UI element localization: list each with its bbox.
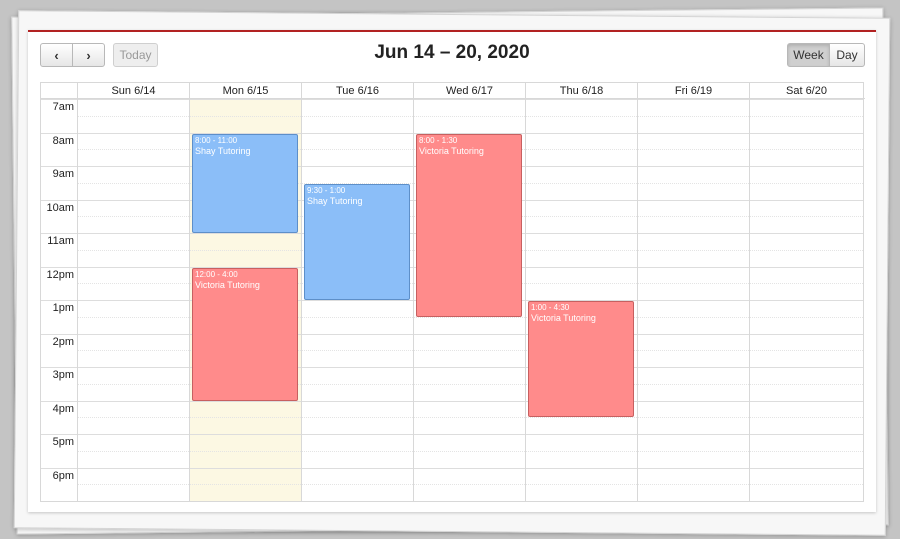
- day-header[interactable]: Sun 6/14: [77, 83, 189, 99]
- event-time: 12:00 - 4:00: [195, 269, 238, 279]
- week-grid: Sun 6/14 Mon 6/15 Tue 6/16 Wed 6/17 Thu 6/18…: [40, 82, 865, 502]
- day-column-divider: [749, 99, 750, 501]
- day-column-divider: [301, 99, 302, 501]
- time-axis-label: 1pm: [52, 302, 74, 314]
- day-header[interactable]: Tue 6/16: [301, 83, 413, 99]
- hour-gridline: [41, 400, 863, 402]
- day-column-divider: [77, 99, 78, 501]
- week-view-button[interactable]: Week: [787, 43, 830, 67]
- event-time: 1:00 - 4:30: [531, 303, 570, 312]
- half-hour-gridline: [77, 115, 863, 117]
- event-time: 8:00 - 11:00: [195, 135, 238, 145]
- time-axis-label: 9am: [52, 168, 74, 180]
- time-axis-label: 12pm: [46, 268, 74, 281]
- day-column-divider: [637, 99, 638, 501]
- day-header[interactable]: Wed 6/17: [413, 83, 525, 99]
- hour-gridline: [41, 99, 863, 100]
- event-title: Victoria Tutoring: [195, 279, 260, 290]
- calendar-event[interactable]: 8:00 - 11:00 Shay Tutoring: [192, 133, 298, 233]
- time-axis-label: 10am: [46, 201, 74, 214]
- day-column-divider: [413, 99, 414, 501]
- date-range-title: Jun 14 – 20, 2020: [374, 42, 530, 63]
- calendar-event[interactable]: 8:00 - 1:30 Victoria Tutoring: [416, 133, 522, 317]
- hour-gridline: [41, 434, 863, 435]
- time-axis-label: 11am: [47, 235, 74, 247]
- day-header[interactable]: Thu 6/18: [525, 83, 637, 99]
- time-axis-label: 5pm: [52, 436, 74, 448]
- hour-gridline: [41, 467, 863, 469]
- time-axis-label: 2pm: [52, 335, 74, 348]
- calendar-event[interactable]: 1:00 - 4:30 Victoria Tutoring: [528, 301, 634, 418]
- day-view-button[interactable]: Day: [829, 43, 865, 67]
- time-axis-label: 3pm: [52, 369, 74, 381]
- event-time: 8:00 - 1:30: [419, 135, 458, 145]
- calendar-toolbar: ‹ › Today Jun 14 – 20, 2020 Week Day: [28, 32, 876, 82]
- half-hour-gridline: [77, 450, 863, 452]
- half-hour-gridline: [77, 484, 863, 486]
- hour-gridline: [41, 367, 863, 368]
- time-axis-label: 8am: [52, 134, 74, 147]
- event-time: 9:30 - 1:00: [307, 185, 346, 195]
- event-title: Shay Tutoring: [307, 195, 363, 206]
- calendar-event[interactable]: 12:00 - 4:00 Victoria Tutoring: [192, 267, 298, 401]
- event-title: Victoria Tutoring: [531, 313, 596, 323]
- day-column-divider: [525, 99, 526, 501]
- day-header[interactable]: Mon 6/15: [189, 83, 301, 99]
- hour-gridline: [41, 333, 863, 335]
- day-header[interactable]: Fri 6/19: [637, 83, 749, 99]
- day-header[interactable]: Sat 6/20: [749, 83, 863, 99]
- time-axis-label: 6pm: [52, 469, 74, 482]
- time-grid: 7am 8am 9am 10am 11am 12pm 1pm 2pm 3pm 4pm 5pm 6pm 8…: [41, 99, 863, 501]
- event-title: Shay Tutoring: [195, 145, 251, 156]
- day-header-row: Sun 6/14 Mon 6/15 Tue 6/16 Wed 6/17 Thu 6/18…: [41, 83, 865, 99]
- event-title: Victoria Tutoring: [419, 145, 484, 156]
- calendar-card: ‹ › Today Jun 14 – 20, 2020 Week Day Sun…: [28, 30, 876, 512]
- time-axis-label: 7am: [52, 101, 74, 113]
- day-column-divider: [189, 99, 190, 501]
- time-axis-label: 4pm: [52, 402, 74, 415]
- calendar-event[interactable]: 9:30 - 1:00 Shay Tutoring: [304, 183, 410, 300]
- half-hour-gridline: [77, 417, 863, 419]
